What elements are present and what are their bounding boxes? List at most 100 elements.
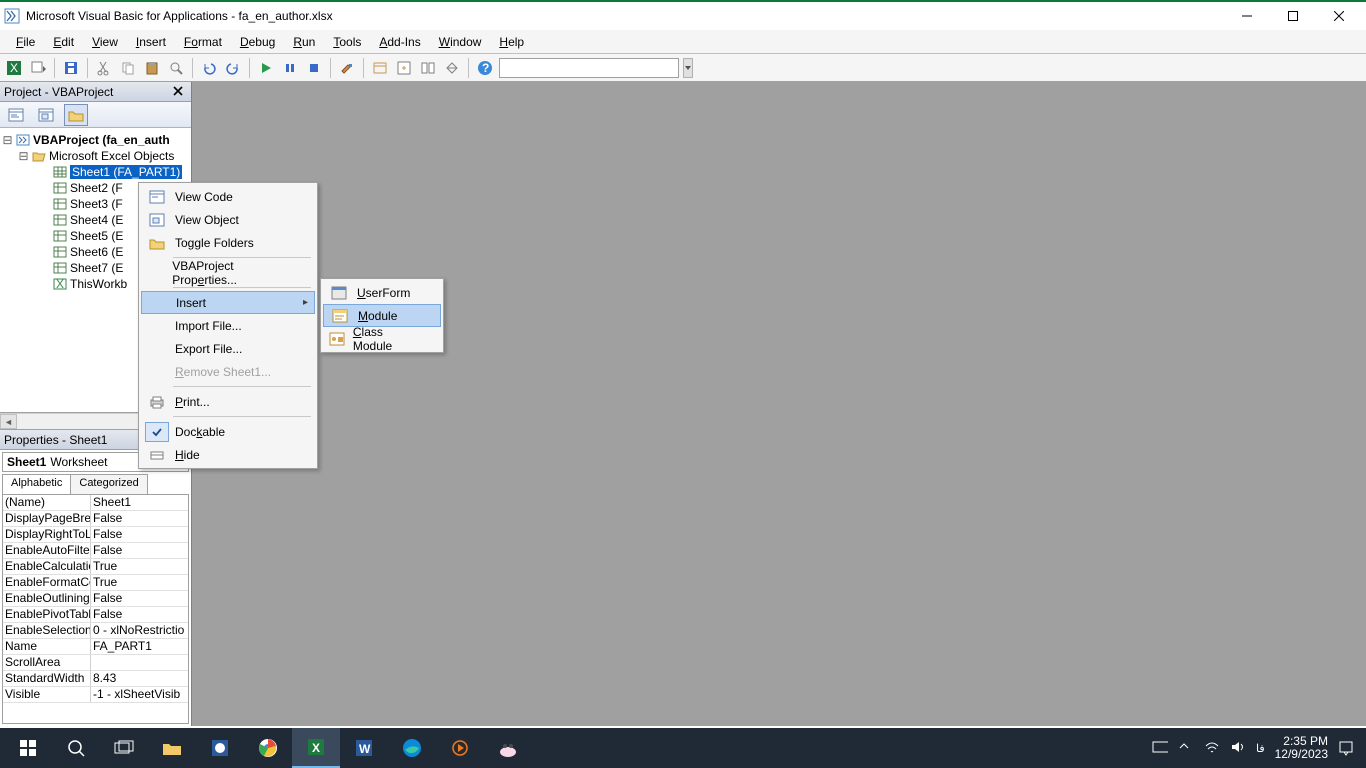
ctx-toggle-folders[interactable]: Toggle Folders <box>141 231 315 254</box>
menu-format[interactable]: Format <box>176 33 230 51</box>
tree-item-sheet4[interactable]: Sheet4 (E <box>70 213 123 227</box>
worksheet-icon <box>52 261 68 275</box>
insert-dropdown-icon[interactable] <box>28 58 48 78</box>
save-icon[interactable] <box>61 58 81 78</box>
minimize-button[interactable] <box>1224 2 1270 30</box>
menu-view[interactable]: View <box>84 33 126 51</box>
dropdown-chevron-icon[interactable] <box>683 58 693 78</box>
start-button[interactable] <box>4 728 52 768</box>
media-player-icon[interactable] <box>436 728 484 768</box>
ctx-import-file[interactable]: Import File... <box>141 314 315 337</box>
submenu-userform[interactable]: UserForm <box>323 281 441 304</box>
language-indicator[interactable]: فا <box>1256 742 1265 755</box>
ctx-insert[interactable]: Insert <box>141 291 315 314</box>
menu-addins[interactable]: Add-Ins <box>371 33 428 51</box>
redo-icon[interactable] <box>223 58 243 78</box>
chrome-icon[interactable] <box>244 728 292 768</box>
word-taskbar-icon[interactable]: W <box>340 728 388 768</box>
property-row[interactable]: DisplayRightToLefFalse <box>3 527 188 543</box>
tree-root-label[interactable]: VBAProject (fa_en_auth <box>33 133 170 147</box>
tree-item-sheet6[interactable]: Sheet6 (E <box>70 245 123 259</box>
tree-item-thisworkbook[interactable]: ThisWorkb <box>70 277 127 291</box>
keyboard-icon[interactable] <box>1152 740 1168 756</box>
excel-taskbar-icon[interactable]: X <box>292 728 340 768</box>
property-row[interactable]: StandardWidth8.43 <box>3 671 188 687</box>
workbook-icon: X <box>52 277 68 291</box>
toggle-folders-icon[interactable] <box>64 104 88 126</box>
ctx-print[interactable]: Print... <box>141 390 315 413</box>
menu-help[interactable]: Help <box>491 33 532 51</box>
property-row[interactable]: NameFA_PART1 <box>3 639 188 655</box>
menu-insert[interactable]: Insert <box>128 33 174 51</box>
worksheet-icon <box>52 197 68 211</box>
tree-item-sheet5[interactable]: Sheet5 (E <box>70 229 123 243</box>
file-explorer-icon[interactable] <box>148 728 196 768</box>
menu-debug[interactable]: Debug <box>232 33 283 51</box>
submenu-class-module[interactable]: Class Module <box>323 327 441 350</box>
tab-categorized[interactable]: Categorized <box>70 474 147 494</box>
ctx-view-object[interactable]: View Object <box>141 208 315 231</box>
property-row[interactable]: EnableCalculationTrue <box>3 559 188 575</box>
menu-run[interactable]: Run <box>285 33 323 51</box>
project-explorer-icon[interactable] <box>370 58 390 78</box>
properties-window-icon[interactable] <box>394 58 414 78</box>
ctx-hide[interactable]: Hide <box>141 443 315 466</box>
app-taskbar-icon-1[interactable] <box>196 728 244 768</box>
help-search-input[interactable] <box>499 58 679 78</box>
taskview-button[interactable] <box>100 728 148 768</box>
project-panel-close-icon[interactable] <box>171 84 187 100</box>
property-row[interactable]: EnableAutoFilterFalse <box>3 543 188 559</box>
module-icon <box>328 306 352 326</box>
clock[interactable]: 2:35 PM 12/9/2023 <box>1275 735 1328 761</box>
ctx-dockable[interactable]: Dockable <box>141 420 315 443</box>
ctx-remove-sheet: Remove Sheet1... <box>141 360 315 383</box>
reset-icon[interactable] <box>304 58 324 78</box>
copy-icon[interactable] <box>118 58 138 78</box>
menu-tools[interactable]: Tools <box>325 33 369 51</box>
property-row[interactable]: EnableFormatConTrue <box>3 575 188 591</box>
search-button[interactable] <box>52 728 100 768</box>
notifications-icon[interactable] <box>1338 740 1354 756</box>
break-icon[interactable] <box>280 58 300 78</box>
property-row[interactable]: EnablePivotTableFalse <box>3 607 188 623</box>
volume-icon[interactable] <box>1230 740 1246 756</box>
edge-taskbar-icon[interactable] <box>388 728 436 768</box>
maximize-button[interactable] <box>1270 2 1316 30</box>
help-icon[interactable]: ? <box>475 58 495 78</box>
tree-item-sheet3[interactable]: Sheet3 (F <box>70 197 123 211</box>
property-row[interactable]: DisplayPageBreakFalse <box>3 511 188 527</box>
tree-item-sheet7[interactable]: Sheet7 (E <box>70 261 123 275</box>
toolbox-icon[interactable] <box>442 58 462 78</box>
tab-alphabetic[interactable]: Alphabetic <box>2 474 71 494</box>
view-code-icon[interactable] <box>4 104 28 126</box>
property-row[interactable]: EnableOutliningFalse <box>3 591 188 607</box>
cut-icon[interactable] <box>94 58 114 78</box>
properties-grid[interactable]: (Name)Sheet1DisplayPageBreakFalseDisplay… <box>2 494 189 724</box>
menu-window[interactable]: Window <box>431 33 490 51</box>
menu-file[interactable]: File <box>8 33 43 51</box>
tree-item-sheet2[interactable]: Sheet2 (F <box>70 181 123 195</box>
chevron-up-icon[interactable] <box>1178 740 1194 756</box>
property-row[interactable]: Visible-1 - xlSheetVisib <box>3 687 188 703</box>
property-row[interactable]: (Name)Sheet1 <box>3 495 188 511</box>
excel-icon[interactable]: X <box>4 58 24 78</box>
undo-icon[interactable] <box>199 58 219 78</box>
run-icon[interactable] <box>256 58 276 78</box>
property-row[interactable]: ScrollArea <box>3 655 188 671</box>
view-object-icon[interactable] <box>34 104 58 126</box>
paste-icon[interactable] <box>142 58 162 78</box>
design-mode-icon[interactable] <box>337 58 357 78</box>
menu-edit[interactable]: Edit <box>45 33 82 51</box>
app-taskbar-icon-2[interactable] <box>484 728 532 768</box>
find-icon[interactable] <box>166 58 186 78</box>
svg-text:?: ? <box>482 61 489 75</box>
wifi-icon[interactable] <box>1204 740 1220 756</box>
close-button[interactable] <box>1316 2 1362 30</box>
ctx-view-code[interactable]: View Code <box>141 185 315 208</box>
property-row[interactable]: EnableSelection0 - xlNoRestrictio <box>3 623 188 639</box>
ctx-vbaproject-properties[interactable]: VBAProject Properties... <box>141 261 315 284</box>
ctx-export-file[interactable]: Export File... <box>141 337 315 360</box>
object-browser-icon[interactable] <box>418 58 438 78</box>
tree-item-sheet1[interactable]: Sheet1 (FA_PART1) <box>70 165 182 179</box>
tree-folder-label[interactable]: Microsoft Excel Objects <box>49 149 174 163</box>
